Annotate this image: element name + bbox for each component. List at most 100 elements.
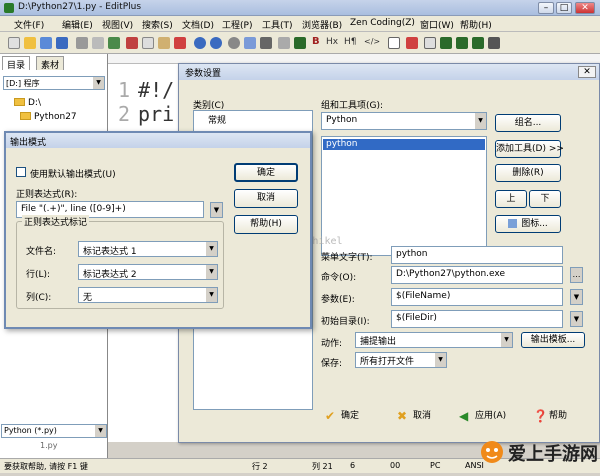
tools-list[interactable]: python (321, 136, 487, 256)
table-icon[interactable] (388, 37, 400, 49)
chevron-down-icon: ▼ (206, 288, 217, 302)
redo-icon[interactable] (210, 37, 222, 49)
command-input[interactable]: D:\Python27\python.exe (391, 266, 563, 284)
apply-arrow-icon: ◀ (459, 409, 469, 423)
line-label: 行(L): (26, 270, 51, 280)
args-menu-button[interactable]: ▼ (570, 289, 583, 305)
menu-project[interactable]: 工程(P) (222, 18, 252, 31)
checkmark-icon: ✔ (325, 409, 336, 423)
font-bold-button[interactable]: B (312, 36, 320, 47)
pref-help-button[interactable]: ❓帮助 (533, 408, 567, 423)
column-label: 列(C): (26, 293, 52, 303)
heading-button[interactable]: Hx (326, 37, 338, 47)
use-default-checkbox[interactable] (16, 167, 26, 177)
icon-button[interactable]: 图标... (495, 215, 561, 233)
menu-browser[interactable]: 浏览器(B) (302, 18, 342, 31)
initial-dir-menu-button[interactable]: ▼ (570, 311, 583, 327)
menu-tools[interactable]: 工具(T) (262, 18, 293, 31)
initial-dir-input[interactable]: $(FileDir) (391, 310, 563, 328)
tab-directory[interactable]: 目录 (2, 56, 31, 71)
file-name-label: 文件名: (26, 247, 57, 257)
paste-icon[interactable] (158, 37, 170, 49)
pref-apply-button[interactable]: ◀ 应用(A) (459, 408, 506, 423)
goto-icon[interactable] (260, 37, 272, 49)
output-cancel-button[interactable]: 取消 (234, 189, 298, 208)
split-icon[interactable] (472, 37, 484, 49)
save-icon[interactable] (40, 37, 52, 49)
pref-cancel-button[interactable]: ✖ 取消 (397, 408, 431, 423)
menu-window[interactable]: 窗口(W) (420, 18, 454, 31)
menu-edit[interactable]: 编辑(E) (62, 18, 93, 31)
drive-select-value: [D:] 程序 (6, 79, 40, 88)
args-input[interactable]: $(FileName) (391, 288, 563, 306)
menu-text-input[interactable]: python (391, 246, 563, 264)
maximize-button[interactable]: □ (556, 2, 572, 14)
print-icon[interactable] (76, 37, 88, 49)
status-row: 行 2 (252, 462, 268, 471)
save-all-icon[interactable] (56, 37, 68, 49)
file-name-select[interactable]: 标记表达式 1 ▼ (78, 241, 218, 257)
menu-view[interactable]: 视图(V) (102, 18, 133, 31)
drive-select[interactable]: [D:] 程序 ▼ (3, 76, 105, 90)
group-name-button[interactable]: 组名... (495, 114, 561, 132)
window-title: D:\Python27\1.py - EditPlus (18, 2, 142, 12)
menu-document[interactable]: 文档(D) (182, 18, 214, 31)
tools-list-item-python[interactable]: python (323, 139, 485, 150)
column-select[interactable]: 无 ▼ (78, 287, 218, 303)
window-layout-icon[interactable] (424, 37, 436, 49)
tree-item-drive[interactable]: D:\ (14, 98, 41, 108)
menu-search[interactable]: 搜索(S) (142, 18, 173, 31)
cut-icon[interactable] (126, 37, 138, 49)
menu-zen-coding[interactable]: Zen Coding(Z) (350, 18, 415, 28)
close-button[interactable]: ✕ (575, 2, 595, 14)
check-icon[interactable] (406, 37, 418, 49)
menu-file[interactable]: 文件(F) (14, 18, 44, 31)
replace-icon[interactable] (244, 37, 256, 49)
initial-dir-label: 初始目录(I): (321, 317, 370, 327)
chevron-down-icon: ▼ (501, 333, 512, 347)
chevron-down-icon: ▼ (206, 265, 217, 279)
move-down-button[interactable]: 下 (529, 190, 561, 208)
document-tab[interactable]: 1.py (40, 441, 57, 450)
regex-menu-button[interactable]: ▼ (210, 202, 223, 218)
print-preview-icon[interactable] (92, 37, 104, 49)
spellcheck-icon[interactable] (108, 37, 120, 49)
move-up-button[interactable]: 上 (495, 190, 527, 208)
action-select[interactable]: 捕提输出 ▼ (355, 332, 513, 348)
delete-icon[interactable] (174, 37, 186, 49)
tab-cliptext[interactable]: 素材 (36, 56, 65, 71)
open-folder-icon[interactable] (24, 37, 36, 49)
menu-help[interactable]: 帮助(H) (460, 18, 492, 31)
html-tag-button[interactable]: </> (364, 37, 380, 46)
wordwrap-icon[interactable] (488, 37, 500, 49)
new-file-icon[interactable] (8, 37, 20, 49)
add-tool-button[interactable]: 添加工具(D) >> (495, 140, 564, 158)
line-select[interactable]: 标记表达式 2 ▼ (78, 264, 218, 280)
group-select[interactable]: Python ▼ (321, 112, 487, 130)
paragraph-button[interactable]: H¶ (344, 37, 357, 47)
preferences-close-button[interactable]: ✕ (578, 66, 596, 78)
find-icon[interactable] (228, 37, 240, 49)
category-item-general[interactable]: 常规 (208, 113, 226, 126)
cascade-icon[interactable] (456, 37, 468, 49)
output-pattern-dialog: 输出模式 使用默认输出模式(U) 正则表达式(R): File "(.+)", … (4, 131, 312, 329)
title-bar: D:\Python27\1.py - EditPlus – □ ✕ (0, 0, 600, 16)
file-filter-select[interactable]: Python (*.py) ▼ (1, 424, 107, 438)
pref-ok-button[interactable]: ✔ 确定 (325, 408, 359, 423)
zoom-icon[interactable] (278, 37, 290, 49)
output-ok-button[interactable]: 确定 (234, 163, 298, 182)
output-help-button[interactable]: 帮助(H) (234, 215, 298, 234)
minimize-button[interactable]: – (538, 2, 554, 14)
code-line: 1 #!/ (118, 78, 175, 102)
help-icon: ❓ (533, 409, 548, 423)
tile-icon[interactable] (440, 37, 452, 49)
undo-icon[interactable] (194, 37, 206, 49)
delete-tool-button[interactable]: 删除(R) (495, 164, 561, 182)
run-icon[interactable] (294, 37, 306, 49)
save-select[interactable]: 所有打开文件 ▼ (355, 352, 447, 368)
output-template-button[interactable]: 输出模板... (521, 332, 585, 348)
tree-item-python27[interactable]: Python27 (20, 112, 77, 122)
copy-icon[interactable] (142, 37, 154, 49)
command-browse-button[interactable]: … (570, 267, 583, 283)
chevron-down-icon: ▼ (95, 425, 106, 437)
